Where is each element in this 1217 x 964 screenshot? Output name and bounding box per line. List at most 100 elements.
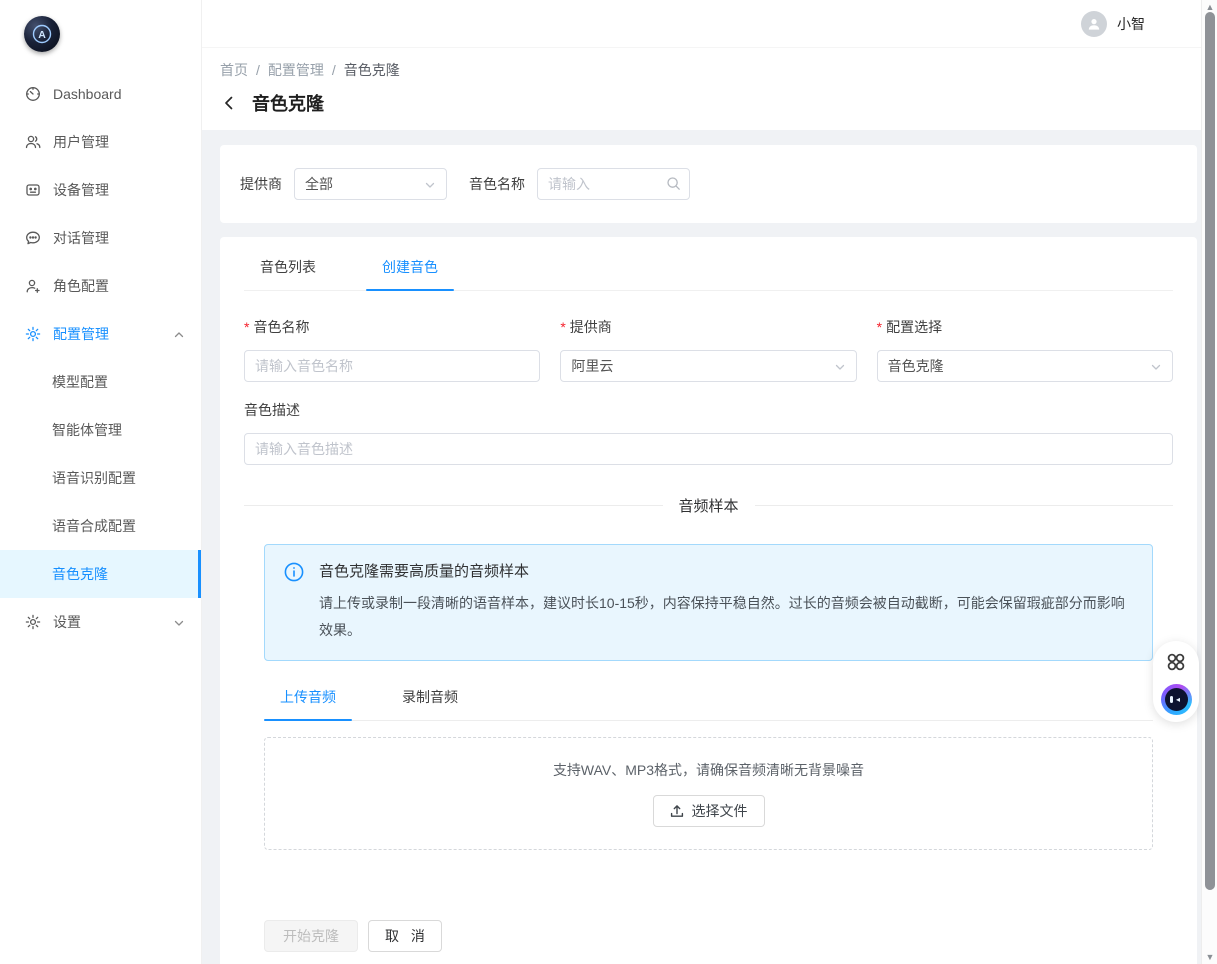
search-icon[interactable] xyxy=(666,176,681,191)
logo-a-icon: A xyxy=(31,23,53,45)
title-row: 音色克隆 xyxy=(220,90,1217,116)
sidebar: A Dashboard 用户管理 设备管理 xyxy=(0,0,202,964)
submenu-item-label: 语音识别配置 xyxy=(52,468,136,488)
sidebar-subitem-agent-management[interactable]: 智能体管理 xyxy=(0,406,201,454)
content: 提供商 全部 音色名称 xyxy=(202,130,1217,964)
alert-content: 音色克隆需要高质量的音频样本 请上传或录制一段清晰的语音样本，建议时长10-15… xyxy=(319,560,1136,645)
tab-record-audio[interactable]: 录制音频 xyxy=(386,687,474,720)
sidebar-subitem-tts-config[interactable]: 语音合成配置 xyxy=(0,502,201,550)
config-select-field: *配置选择 音色克隆 xyxy=(877,317,1173,382)
app-logo: A xyxy=(0,0,201,70)
audio-tabbar: 上传音频 录制音频 xyxy=(264,687,1153,721)
label-text: 配置选择 xyxy=(886,319,942,335)
sidebar-item-label: 设备管理 xyxy=(53,180,185,200)
sidebar-item-label: 角色配置 xyxy=(53,276,185,296)
config-gear-icon xyxy=(25,326,41,342)
user-name: 小智 xyxy=(1117,14,1145,34)
floating-widget: ◂ xyxy=(1153,641,1199,722)
main-area: 小智 首页 / 配置管理 / 音色克隆 音色克隆 提供商 xyxy=(202,0,1217,964)
chevron-down-icon xyxy=(173,616,185,628)
voice-name-filter-label: 音色名称 xyxy=(469,174,525,194)
voice-clone-card: 音色列表 创建音色 *音色名称 *提供商 xyxy=(220,237,1197,964)
scrollbar-thumb[interactable] xyxy=(1205,12,1215,890)
chat-icon xyxy=(25,230,41,246)
label-text: 提供商 xyxy=(570,319,612,335)
vertical-scrollbar[interactable]: ▲ ▼ xyxy=(1201,0,1217,964)
robot-face-icon: ◂ xyxy=(1165,688,1188,711)
provider-filter-select[interactable]: 全部 xyxy=(294,168,447,200)
submenu-item-label: 音色克隆 xyxy=(52,564,108,584)
provider-label: *提供商 xyxy=(560,317,856,337)
sidebar-item-label: 设置 xyxy=(53,612,173,632)
sidebar-item-dashboard[interactable]: Dashboard xyxy=(0,70,201,118)
tab-voice-list[interactable]: 音色列表 xyxy=(244,257,332,290)
page-head: 首页 / 配置管理 / 音色克隆 音色克隆 xyxy=(202,48,1217,130)
voice-name-input[interactable] xyxy=(244,350,540,382)
required-mark: * xyxy=(244,319,249,335)
provider-filter-value: 全部 xyxy=(305,174,424,194)
sidebar-item-label: Dashboard xyxy=(53,86,185,102)
back-button[interactable] xyxy=(220,94,238,112)
avatar xyxy=(1081,11,1107,37)
provider-field: *提供商 阿里云 xyxy=(560,317,856,382)
submenu-item-label: 智能体管理 xyxy=(52,420,122,440)
sidebar-item-device-management[interactable]: 设备管理 xyxy=(0,166,201,214)
alert-body: 请上传或录制一段清晰的语音样本，建议时长10-15秒，内容保持平稳自然。过长的音… xyxy=(319,590,1136,645)
choose-file-button[interactable]: 选择文件 xyxy=(653,795,765,827)
choose-file-label: 选择文件 xyxy=(692,801,748,821)
sidebar-item-user-management[interactable]: 用户管理 xyxy=(0,118,201,166)
breadcrumb-item-config[interactable]: 配置管理 xyxy=(268,60,324,80)
config-value: 音色克隆 xyxy=(888,356,1150,376)
scroll-down-arrow-icon[interactable]: ▼ xyxy=(1202,951,1217,963)
tab-create-voice[interactable]: 创建音色 xyxy=(366,257,454,290)
sidebar-item-settings[interactable]: 设置 xyxy=(0,598,201,646)
dashboard-icon xyxy=(25,86,41,102)
alert-title: 音色克隆需要高质量的音频样本 xyxy=(319,560,1136,581)
voice-name-field: *音色名称 xyxy=(244,317,540,382)
chevron-down-icon xyxy=(424,178,436,190)
start-clone-button[interactable]: 开始克隆 xyxy=(264,920,358,952)
tab-label: 录制音频 xyxy=(402,689,458,705)
users-icon xyxy=(25,134,41,150)
breadcrumb-item-home[interactable]: 首页 xyxy=(220,60,248,80)
breadcrumb: 首页 / 配置管理 / 音色克隆 xyxy=(220,60,1217,80)
config-select-label: *配置选择 xyxy=(877,317,1173,337)
submenu-item-label: 语音合成配置 xyxy=(52,516,136,536)
topbar: 小智 xyxy=(202,0,1217,48)
sidebar-item-role-config[interactable]: 角色配置 xyxy=(0,262,201,310)
upload-icon xyxy=(670,804,684,818)
assistant-robot-button[interactable]: ◂ xyxy=(1161,684,1192,715)
upload-dropzone[interactable]: 支持WAV、MP3格式，请确保音频清晰无背景噪音 选择文件 xyxy=(264,737,1153,850)
breadcrumb-item-current: 音色克隆 xyxy=(344,60,400,80)
tab-label: 上传音频 xyxy=(280,689,336,705)
sidebar-item-conversation-management[interactable]: 对话管理 xyxy=(0,214,201,262)
apps-grid-icon[interactable] xyxy=(1163,649,1189,675)
chevron-up-icon xyxy=(173,328,185,340)
sidebar-subitem-model-config[interactable]: 模型配置 xyxy=(0,358,201,406)
breadcrumb-separator: / xyxy=(332,62,336,78)
submenu-item-label: 模型配置 xyxy=(52,372,108,392)
sidebar-item-config-management[interactable]: 配置管理 xyxy=(0,310,201,358)
cancel-button[interactable]: 取 消 xyxy=(368,920,442,952)
provider-select[interactable]: 阿里云 xyxy=(560,350,856,382)
voice-name-filter-wrap xyxy=(537,168,690,200)
sidebar-subitem-asr-config[interactable]: 语音识别配置 xyxy=(0,454,201,502)
person-icon xyxy=(1086,16,1102,32)
form-actions: 开始克隆 取 消 xyxy=(264,920,1153,952)
logo-circle: A xyxy=(24,16,60,52)
sidebar-item-label: 对话管理 xyxy=(53,228,185,248)
device-icon xyxy=(25,182,41,198)
config-select[interactable]: 音色克隆 xyxy=(877,350,1173,382)
page-title: 音色克隆 xyxy=(252,90,324,116)
tab-upload-audio[interactable]: 上传音频 xyxy=(264,687,352,720)
description-input[interactable] xyxy=(244,433,1173,465)
sidebar-subitem-voice-clone[interactable]: 音色克隆 xyxy=(0,550,201,598)
chevron-down-icon xyxy=(834,360,846,372)
chevron-down-icon xyxy=(1150,360,1162,372)
sidebar-item-label: 配置管理 xyxy=(53,324,173,344)
tab-label: 创建音色 xyxy=(382,259,438,275)
role-icon xyxy=(25,278,41,294)
upload-hint: 支持WAV、MP3格式，请确保音频清晰无背景噪音 xyxy=(553,760,864,780)
user-menu[interactable]: 小智 xyxy=(1081,11,1145,37)
filter-card: 提供商 全部 音色名称 xyxy=(220,145,1197,223)
